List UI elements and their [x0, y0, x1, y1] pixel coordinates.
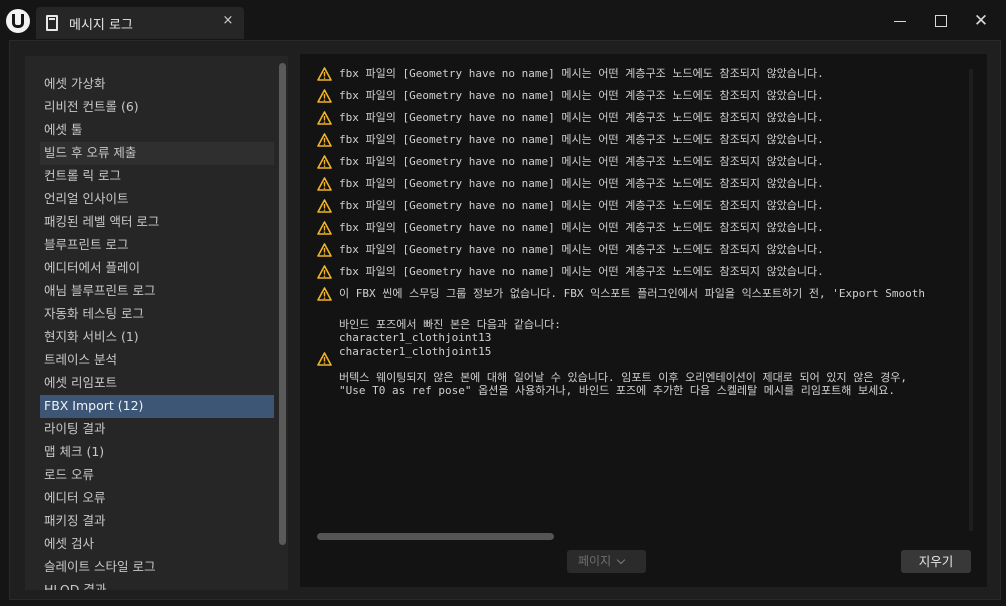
warning-icon: [317, 287, 332, 301]
sidebar-item[interactable]: 슬레이트 스타일 로그: [40, 556, 274, 579]
sidebar-item[interactable]: FBX Import (12): [40, 395, 274, 418]
sidebar-item[interactable]: 에셋 툴: [40, 119, 274, 142]
tab-title: 메시지 로그: [69, 18, 133, 33]
log-entry-text: 바인드 포즈에서 빠진 본은 다음과 같습니다: character1_clot…: [339, 318, 907, 398]
warning-icon: [317, 352, 332, 366]
sidebar-item[interactable]: 패킹된 레벨 액터 로그: [40, 211, 274, 234]
sidebar-item[interactable]: 현지화 서비스 (1): [40, 326, 274, 349]
warning-icon: [317, 265, 332, 279]
log-entry-text: fbx 파일의 [Geometry have no name] 메시는 어떤 계…: [339, 111, 824, 124]
log-horizontal-scrollbar-thumb[interactable]: [317, 533, 554, 540]
sidebar-item[interactable]: 자동화 테스팅 로그: [40, 303, 274, 326]
sidebar-item[interactable]: 로드 오류: [40, 464, 274, 487]
page-dropdown-label: 페이지: [578, 554, 612, 568]
sidebar-item[interactable]: 트레이스 분석: [40, 349, 274, 372]
log-entry-text: fbx 파일의 [Geometry have no name] 메시는 어떤 계…: [339, 133, 824, 146]
log-category-list: 에셋 가상화 리비전 컨트롤 (6) 에셋 툴 빌드 후 오류 제출 컨트롤 릭 로그 언…: [25, 56, 288, 590]
warning-icon: [317, 67, 332, 81]
sidebar-scrollbar-thumb[interactable]: [279, 63, 286, 545]
minimize-button[interactable]: [885, 8, 915, 34]
sidebar-item[interactable]: HLOD 결과: [40, 579, 274, 590]
warning-icon: [317, 155, 332, 169]
log-entry-text: fbx 파일의 [Geometry have no name] 메시는 어떤 계…: [339, 155, 824, 168]
unreal-logo-icon: [6, 9, 30, 33]
sidebar-item[interactable]: 에셋 가상화: [40, 73, 274, 96]
warning-icon: [317, 89, 332, 103]
log-entry-text: fbx 파일의 [Geometry have no name] 메시는 어떤 계…: [339, 67, 824, 80]
sidebar-item[interactable]: 빌드 후 오류 제출: [40, 142, 274, 165]
sidebar-item[interactable]: 애님 블루프린트 로그: [40, 280, 274, 303]
sidebar-item[interactable]: 패키징 결과: [40, 510, 274, 533]
sidebar-item[interactable]: 에셋 리임포트: [40, 372, 274, 395]
warning-icon: [317, 243, 332, 257]
log-entry-text: fbx 파일의 [Geometry have no name] 메시는 어떤 계…: [339, 265, 824, 278]
log-entry-text: fbx 파일의 [Geometry have no name] 메시는 어떤 계…: [339, 221, 824, 234]
log-entry-text: fbx 파일의 [Geometry have no name] 메시는 어떤 계…: [339, 199, 824, 212]
log-document-icon: [46, 15, 58, 31]
warning-icon: [317, 111, 332, 125]
warning-icon: [317, 177, 332, 191]
sidebar-item[interactable]: 리비전 컨트롤 (6): [40, 96, 274, 119]
tab-message-log[interactable]: 메시지 로그 ×: [36, 7, 244, 39]
sidebar-item[interactable]: 컨트롤 릭 로그: [40, 165, 274, 188]
log-entry-text: fbx 파일의 [Geometry have no name] 메시는 어떤 계…: [339, 243, 824, 256]
warning-icon: [317, 199, 332, 213]
message-log-panel: 에셋 가상화 리비전 컨트롤 (6) 에셋 툴 빌드 후 오류 제출 컨트롤 릭 로그 언…: [9, 40, 1001, 600]
tab-close-icon[interactable]: ×: [220, 13, 236, 31]
log-entry-text: fbx 파일의 [Geometry have no name] 메시는 어떤 계…: [339, 177, 824, 190]
warning-icon: [317, 221, 332, 235]
sidebar-item[interactable]: 언리얼 인사이트: [40, 188, 274, 211]
sidebar-item[interactable]: 블루프린트 로그: [40, 234, 274, 257]
log-entry-text: 이 FBX 씬에 스무딩 그룹 정보가 없습니다. FBX 익스포트 플러그인에…: [339, 287, 925, 300]
sidebar-item[interactable]: 에셋 검사: [40, 533, 274, 556]
sidebar-item[interactable]: 에디터에서 플레이: [40, 257, 274, 280]
close-window-button[interactable]: ✕: [966, 8, 996, 34]
log-output: fbx 파일의 [Geometry have no name] 메시는 어떤 계…: [300, 54, 987, 587]
sidebar-item[interactable]: 맵 체크 (1): [40, 441, 274, 464]
sidebar-item[interactable]: 에디터 오류: [40, 487, 274, 510]
page-dropdown[interactable]: 페이지: [567, 550, 646, 573]
log-entry-text: fbx 파일의 [Geometry have no name] 메시는 어떤 계…: [339, 89, 824, 102]
clear-button[interactable]: 지우기: [901, 550, 971, 573]
chevron-down-icon: [616, 555, 626, 565]
warning-icon: [317, 133, 332, 147]
maximize-button[interactable]: [925, 8, 955, 34]
sidebar-item[interactable]: 라이팅 결과: [40, 418, 274, 441]
log-vertical-scrollbar[interactable]: [969, 69, 973, 531]
